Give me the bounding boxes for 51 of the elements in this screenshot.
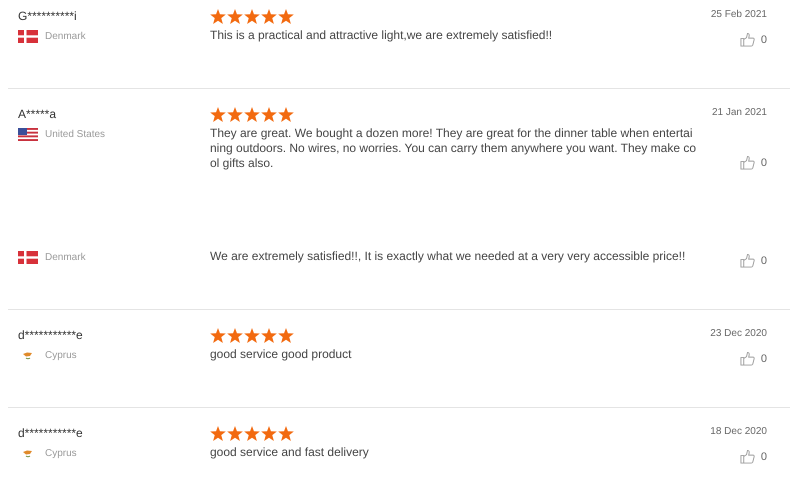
reviewer-name: G**********i [18, 8, 77, 25]
country-name: Denmark [45, 30, 86, 44]
star-icon [244, 8, 260, 24]
star-icon [278, 328, 294, 342]
flag-icon [18, 128, 38, 141]
star-icon [210, 106, 226, 122]
star-icon [227, 8, 243, 24]
review-text: This is a practical and attractive light,we are extremely satisfied!! [210, 28, 554, 43]
star-icon [210, 328, 226, 342]
thumbs-up-icon[interactable] [740, 253, 755, 268]
review-text: good service and fast delivery [210, 445, 370, 460]
star-icon [244, 328, 260, 342]
star-icon [244, 106, 260, 122]
star-icon [210, 426, 226, 440]
like-count: 0 [760, 450, 767, 464]
star-icon [261, 106, 277, 122]
star-icon [261, 8, 277, 24]
thumbs-up-icon[interactable] [740, 449, 755, 464]
country-name: United States [45, 128, 106, 142]
country-name: Cyprus [45, 349, 77, 363]
review-text: We are extremely satisfied!!, It is exactly what we needed at a very very accessible price!! [210, 249, 686, 264]
star-icon [278, 8, 294, 24]
star-icon [227, 328, 243, 342]
reviewer-name: A*****a [18, 106, 56, 123]
review-date: 23 Dec 2020 [710, 327, 767, 341]
star-icon [261, 328, 277, 342]
review-date: 25 Feb 2021 [710, 8, 767, 22]
review-text: good service good product [210, 347, 352, 362]
thumbs-up-icon[interactable] [740, 155, 755, 170]
thumbs-up-icon[interactable] [740, 32, 755, 48]
star-icon [210, 8, 226, 24]
like-count: 0 [760, 156, 767, 170]
star-icon [261, 426, 277, 440]
thumbs-up-icon[interactable] [740, 351, 755, 366]
star-icon [227, 106, 243, 122]
flag-icon [18, 30, 38, 43]
like-count: 0 [760, 32, 767, 48]
review-date: 18 Dec 2020 [710, 425, 767, 439]
star-icon [227, 426, 243, 440]
review-date: 21 Jan 2021 [712, 106, 767, 120]
star-icon [278, 106, 294, 122]
reviewer-name: d***********e [18, 327, 83, 344]
country-name: Denmark [45, 251, 86, 265]
like-count: 0 [760, 254, 767, 268]
star-icon [278, 426, 294, 440]
reviewer-name: d***********e [18, 425, 83, 442]
star-icon [244, 426, 260, 440]
review-text: They are great. We bought a dozen more! They are great for the dinner table when entertaining outdoors. No wires, no worries. You can carry them anywhere you want. They make cool gifts also. [210, 126, 697, 171]
like-count: 0 [760, 352, 767, 366]
country-name: Cyprus [45, 447, 77, 461]
flag-icon [18, 251, 38, 264]
